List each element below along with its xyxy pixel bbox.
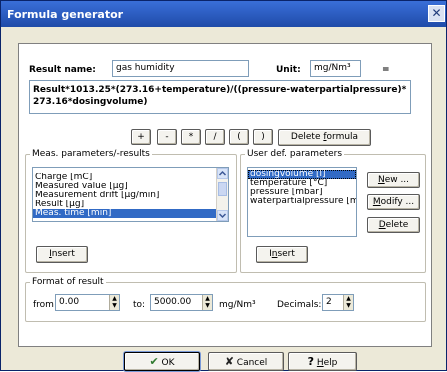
new-key: N [377,175,385,185]
scroll-down-button[interactable] [217,210,228,221]
from-value: 0.00 [59,297,80,307]
list-item[interactable]: Measurement drift [µg/min] [33,191,228,200]
format-group: Format of result from: 0.00 ▲ ▼ to: 5000.… [25,277,426,322]
chevron-down-icon [218,213,227,219]
chevron-up-icon [218,170,227,176]
user-insert-button[interactable]: Insert [256,246,308,263]
divide-button[interactable]: / [205,129,225,145]
decimals-label: Decimals: [277,300,322,310]
cross-icon: ✘ [224,355,234,368]
ok-button[interactable]: ✔ OK [124,352,200,371]
from-label: from: [33,300,57,310]
user-parameters-group: User def. parameters dosingvolume [l] te… [240,149,426,273]
meas-insert-post: nsert [51,249,75,259]
help-key: H [316,358,324,368]
question-icon: ? [307,355,314,368]
cancel-button[interactable]: ✘ Cancel [208,352,284,371]
scroll-thumb[interactable] [218,182,227,196]
from-spin[interactable]: ▲ ▼ [109,295,119,310]
help-button[interactable]: ? Help [288,352,357,371]
to-label: to: [133,300,146,310]
formula-textarea[interactable]: Result*1013.25*(273.16+temperature)/((pr… [29,80,411,114]
unit-input[interactable]: mg/Nm³ [310,60,361,77]
delete-button[interactable]: Delete [367,217,420,233]
decimals-stepper[interactable]: 2 ▲ ▼ [322,294,354,311]
delete-key: D [378,220,386,230]
cancel-label: Cancel [236,358,268,368]
ok-label: OK [161,358,175,368]
modify-key: M [372,197,381,207]
list-item[interactable]: Result [µg] [33,200,228,209]
delete-formula-label-pre: Delete [290,132,324,142]
list-item[interactable]: waterpartialpressure [mbar [248,197,356,206]
format-legend: Format of result [30,277,106,287]
meas-list-scrollbar[interactable] [216,168,228,221]
decimals-spin[interactable]: ▲ ▼ [343,295,353,310]
user-insert-post: sert [277,249,295,259]
unit-label: Unit: [276,65,301,75]
new-button[interactable]: New ... [367,172,420,188]
list-item-selected[interactable]: dosingvolume [l] [248,170,356,179]
title-bar[interactable]: Formula generator ✕ [1,1,446,27]
meas-parameters-list[interactable]: Charge [mC] Measured value [µg] Measurem… [32,167,229,222]
check-icon: ✔ [149,355,159,368]
delete-post: elete [385,220,409,230]
new-post: ew ... [384,175,410,185]
delete-formula-button[interactable]: Delete formula [278,129,371,146]
to-stepper[interactable]: 5000.00 ▲ ▼ [150,294,213,311]
meas-parameters-legend: Meas. parameters/-results [30,149,152,159]
to-value: 5000.00 [154,297,192,307]
list-item[interactable]: temperature [°C] [248,179,356,188]
from-stepper[interactable]: 0.00 ▲ ▼ [55,294,120,311]
close-icon[interactable]: ✕ [428,5,445,22]
help-post: elp [323,358,338,368]
open-paren-button[interactable]: ( [229,129,249,145]
formula-generator-window: Formula generator ✕ Result name: gas hum… [0,0,447,371]
multiply-button[interactable]: * [181,129,201,145]
equals-sign: = [382,65,390,75]
window-title: Formula generator [7,8,124,21]
modify-button[interactable]: Modify ... [367,194,420,210]
delete-formula-label-post: ormula [326,132,359,142]
user-parameters-list[interactable]: dosingvolume [l] temperature [°C] pressu… [247,167,357,237]
decimals-value: 2 [326,297,332,307]
modify-post: odify ... [380,197,415,207]
to-spin[interactable]: ▲ ▼ [202,295,212,310]
plus-button[interactable]: + [131,129,151,145]
list-item[interactable]: pressure [mbar] [248,188,356,197]
meas-parameters-group: Meas. parameters/-results Charge [mC] Me… [25,149,237,273]
main-panel: Result name: gas humidity Unit: mg/Nm³ =… [18,43,432,347]
scroll-up-button[interactable] [217,168,228,179]
list-item-selected[interactable]: Meas. time [min] [33,209,228,218]
list-item[interactable]: Charge [mC] [33,173,228,182]
meas-insert-button[interactable]: Insert [36,246,88,263]
user-parameters-legend: User def. parameters [245,149,345,159]
close-paren-button[interactable]: ) [253,129,273,145]
minus-button[interactable]: - [157,129,177,145]
result-name-label: Result name: [29,65,96,75]
list-item[interactable]: Measured value [µg] [33,182,228,191]
format-unit-label: mg/Nm³ [219,300,256,310]
result-name-input[interactable]: gas humidity [112,60,249,77]
